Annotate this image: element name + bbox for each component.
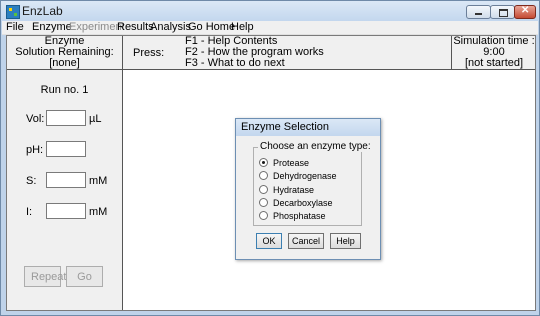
vol-input[interactable] [46,110,86,126]
option-label: Hydratase [273,185,315,195]
dialog-title[interactable]: Enzyme Selection [236,119,380,136]
help-button[interactable]: Help [330,233,361,249]
run-panel: Run no. 1 Vol: µL pH: S: mM I: mM Repeat… [7,70,123,310]
ph-input[interactable] [46,141,86,157]
enzyme-remaining-value: [none] [49,57,80,69]
enzlab-app-icon[interactable] [6,5,20,19]
ok-button[interactable]: OK [256,233,282,249]
menu-analysis[interactable]: Analysis [150,21,191,34]
maximize-icon[interactable] [490,5,515,19]
close-icon[interactable] [514,5,536,19]
substrate-label: S: [26,175,37,187]
cancel-button[interactable]: Cancel [288,233,324,249]
menu-results[interactable]: Results [117,21,154,34]
help-keys-panel: Press: F1 - Help Contents F2 - How the p… [123,36,450,69]
substrate-unit: mM [89,175,108,187]
menu-help[interactable]: Help [231,21,254,34]
function-key-list: F1 - Help Contents F2 - How the program … [185,36,324,69]
simulation-status: [not started] [464,57,524,69]
radio-unchecked-icon[interactable] [259,198,268,207]
enzyme-selection-dialog: Enzyme Selection Choose an enzyme type: … [235,118,381,260]
menu-enzyme[interactable]: Enzyme [32,21,72,34]
info-bar: Enzyme Solution Remaining: [none] Press:… [7,36,535,70]
minimize-icon[interactable] [466,5,491,19]
vol-label: Vol: [26,113,45,125]
vol-unit: µL [89,113,102,125]
enzyme-status: Enzyme Solution Remaining: [none] [7,36,123,69]
go-button[interactable]: Go [66,266,103,287]
inhibitor-label: I: [26,206,33,218]
radio-unchecked-icon[interactable] [259,171,268,180]
menu-file[interactable]: File [6,21,24,34]
ph-label: pH: [26,144,44,156]
radio-unchecked-icon[interactable] [259,185,268,194]
radio-unchecked-icon[interactable] [259,211,268,220]
title-bar[interactable]: EnzLab [1,1,539,21]
inhibitor-unit: mM [89,206,108,218]
menu-go-home[interactable]: Go Home [188,21,235,34]
option-label: Phosphatase [273,211,326,221]
f3-what-to-do-next: F3 - What to do next [185,57,285,69]
option-label: Dehydrogenase [273,171,337,181]
menu-bar: File Enzyme Experiment Results Analysis … [2,21,538,35]
simulation-time-panel: Simulation time : 9:00 [not started] [451,36,536,69]
repeat-button[interactable]: Repeat [24,266,66,287]
enzyme-type-group: Choose an enzyme type: Protease Dehydrog… [253,141,373,226]
substrate-input[interactable] [46,172,86,188]
press-label: Press: [133,47,165,59]
option-label: Decarboxylase [273,198,333,208]
radio-checked-icon[interactable] [259,158,268,167]
run-number-label: Run no. 1 [40,84,89,96]
group-label: Choose an enzyme type: [258,141,373,152]
window-title: EnzLab [22,4,63,18]
option-label: Protease [273,158,310,168]
inhibitor-input[interactable] [46,203,86,219]
